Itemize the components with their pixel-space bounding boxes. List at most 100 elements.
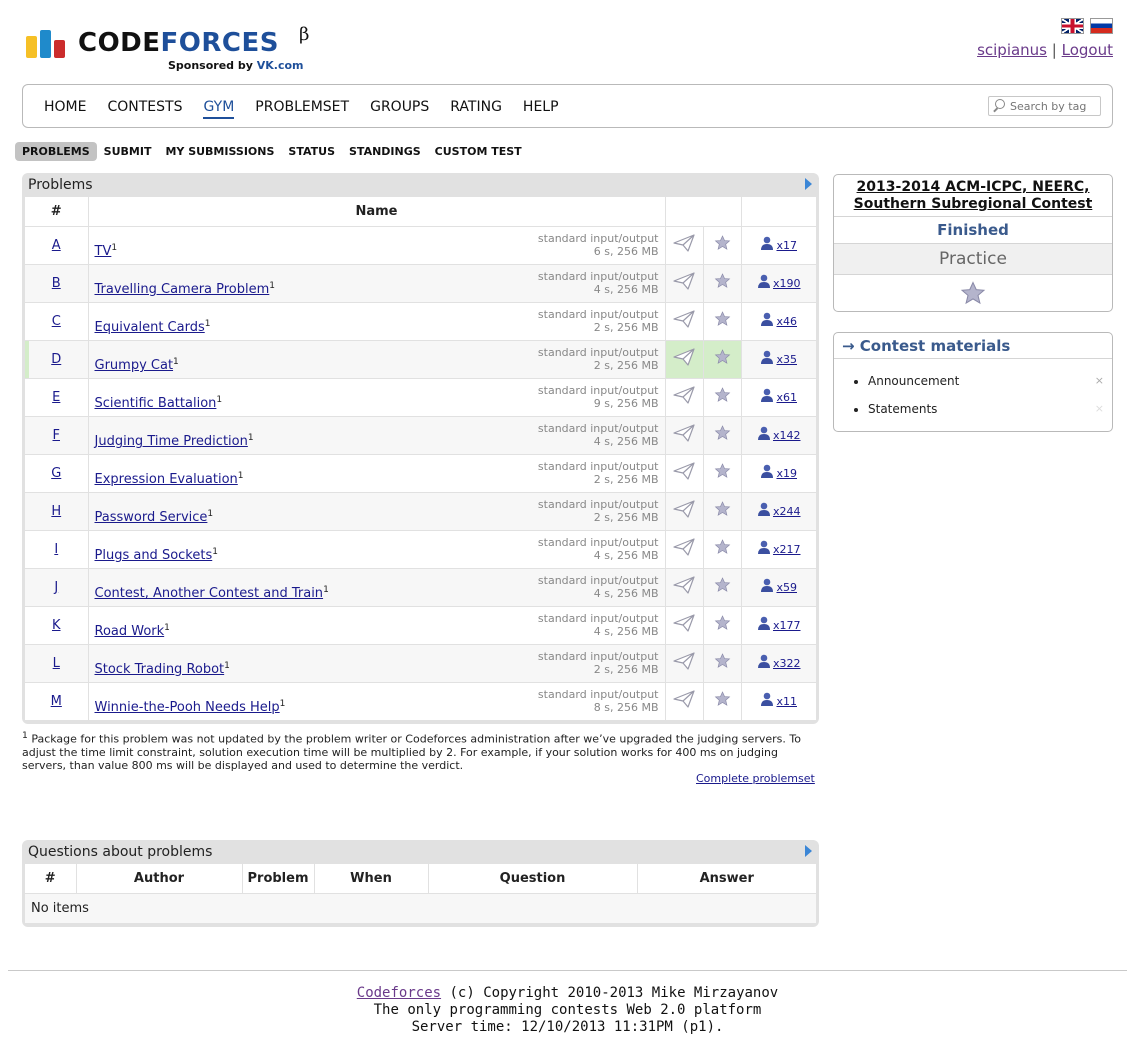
star-icon[interactable] bbox=[714, 539, 731, 559]
favourite-action[interactable] bbox=[703, 530, 742, 569]
star-icon[interactable] bbox=[714, 235, 731, 255]
problem-name-link[interactable]: Stock Trading Robot bbox=[95, 662, 225, 677]
subnav-problems[interactable]: PROBLEMS bbox=[15, 142, 97, 161]
contest-title-link[interactable]: 2013-2014 ACM-ICPC, NEERC, Southern Subr… bbox=[854, 179, 1093, 212]
solved-count-link[interactable]: x17 bbox=[776, 239, 797, 252]
favourite-action[interactable] bbox=[703, 492, 742, 531]
favourite-action[interactable] bbox=[703, 302, 742, 341]
favourite-action[interactable] bbox=[703, 264, 742, 303]
problem-name-link[interactable]: Password Service bbox=[95, 510, 208, 525]
problem-index-link[interactable]: M bbox=[51, 694, 62, 709]
complete-problemset-link[interactable]: Complete problemset bbox=[696, 772, 815, 785]
solved-count-link[interactable]: x35 bbox=[776, 353, 797, 366]
star-icon[interactable] bbox=[714, 425, 731, 445]
russian-flag-icon[interactable] bbox=[1090, 18, 1113, 34]
star-icon[interactable] bbox=[714, 273, 731, 293]
problem-index-link[interactable]: B bbox=[52, 276, 61, 291]
submit-action[interactable] bbox=[665, 568, 704, 607]
problem-name-link[interactable]: Judging Time Prediction bbox=[95, 434, 248, 449]
remove-icon[interactable]: × bbox=[1095, 367, 1104, 395]
material-announcement[interactable]: Announcement× bbox=[868, 367, 1104, 395]
problem-index-link[interactable]: E bbox=[52, 390, 60, 405]
nav-contests[interactable]: CONTESTS bbox=[107, 99, 182, 115]
submit-icon[interactable] bbox=[673, 652, 695, 674]
nav-groups[interactable]: GROUPS bbox=[370, 99, 429, 115]
star-icon[interactable] bbox=[714, 311, 731, 331]
problem-index-link[interactable]: A bbox=[52, 238, 61, 253]
star-icon[interactable] bbox=[714, 349, 731, 369]
submit-action[interactable] bbox=[665, 644, 704, 683]
problem-name-link[interactable]: TV bbox=[95, 244, 112, 259]
nav-help[interactable]: HELP bbox=[523, 99, 559, 115]
submit-icon[interactable] bbox=[673, 500, 695, 522]
star-icon[interactable] bbox=[714, 501, 731, 521]
problem-name-link[interactable]: Scientific Battalion bbox=[95, 396, 217, 411]
solved-count-link[interactable]: x59 bbox=[776, 581, 797, 594]
solved-count-link[interactable]: x11 bbox=[776, 695, 797, 708]
nav-rating[interactable]: RATING bbox=[450, 99, 502, 115]
solved-count-link[interactable]: x177 bbox=[773, 619, 801, 632]
submit-icon[interactable] bbox=[673, 272, 695, 294]
subnav-status[interactable]: STATUS bbox=[281, 142, 342, 161]
favourite-action[interactable] bbox=[703, 644, 742, 683]
favourite-action[interactable] bbox=[703, 568, 742, 607]
submit-icon[interactable] bbox=[673, 348, 695, 370]
favourite-action[interactable] bbox=[703, 378, 742, 417]
problem-name-link[interactable]: Winnie-the-Pooh Needs Help bbox=[95, 700, 280, 715]
submit-icon[interactable] bbox=[673, 310, 695, 332]
expand-arrow-icon[interactable] bbox=[805, 178, 812, 190]
submit-action[interactable] bbox=[665, 264, 704, 303]
problem-name-link[interactable]: Contest, Another Contest and Train bbox=[95, 586, 324, 601]
remove-icon[interactable]: × bbox=[1095, 395, 1104, 423]
submit-icon[interactable] bbox=[673, 424, 695, 446]
username-link[interactable]: scipianus bbox=[977, 41, 1047, 59]
problem-index-link[interactable]: C bbox=[52, 314, 61, 329]
codeforces-logo[interactable]: CODEFORCES β Sponsored by VK.com bbox=[26, 24, 326, 76]
star-icon[interactable] bbox=[714, 691, 731, 711]
problem-name-link[interactable]: Road Work bbox=[95, 624, 165, 639]
submit-action[interactable] bbox=[665, 492, 704, 531]
subnav-standings[interactable]: STANDINGS bbox=[342, 142, 428, 161]
submit-icon[interactable] bbox=[673, 690, 695, 712]
problem-index-link[interactable]: G bbox=[51, 466, 61, 481]
solved-count-link[interactable]: x322 bbox=[773, 657, 801, 670]
star-icon[interactable] bbox=[714, 463, 731, 483]
submit-icon[interactable] bbox=[673, 538, 695, 560]
tag-search[interactable] bbox=[988, 96, 1101, 116]
submit-icon[interactable] bbox=[673, 614, 695, 636]
star-icon[interactable] bbox=[714, 387, 731, 407]
submit-action[interactable] bbox=[665, 340, 704, 379]
solved-count-link[interactable]: x46 bbox=[776, 315, 797, 328]
expand-arrow-icon[interactable] bbox=[805, 845, 812, 857]
english-flag-icon[interactable] bbox=[1061, 18, 1084, 34]
material-statements[interactable]: Statements× bbox=[868, 395, 1104, 423]
submit-action[interactable] bbox=[665, 682, 704, 721]
problem-name-link[interactable]: Plugs and Sockets bbox=[95, 548, 213, 563]
solved-count-link[interactable]: x19 bbox=[776, 467, 797, 480]
favourite-action[interactable] bbox=[703, 682, 742, 721]
solved-count-link[interactable]: x244 bbox=[773, 505, 801, 518]
problem-name-link[interactable]: Grumpy Cat bbox=[95, 358, 174, 373]
subnav-custom-test[interactable]: CUSTOM TEST bbox=[428, 142, 529, 161]
problem-name-link[interactable]: Equivalent Cards bbox=[95, 320, 205, 335]
star-icon[interactable] bbox=[714, 577, 731, 597]
footer-codeforces-link[interactable]: Codeforces bbox=[357, 985, 441, 1001]
favourite-action[interactable] bbox=[703, 340, 742, 379]
problem-name-link[interactable]: Travelling Camera Problem bbox=[95, 282, 270, 297]
nav-problemset[interactable]: PROBLEMSET bbox=[255, 99, 349, 115]
problem-index-link[interactable]: J bbox=[54, 580, 58, 595]
solved-count-link[interactable]: x142 bbox=[773, 429, 801, 442]
solved-count-link[interactable]: x190 bbox=[773, 277, 801, 290]
submit-action[interactable] bbox=[665, 302, 704, 341]
problem-index-link[interactable]: F bbox=[53, 428, 60, 443]
nav-home[interactable]: HOME bbox=[44, 99, 86, 115]
submit-action[interactable] bbox=[665, 606, 704, 645]
nav-gym[interactable]: GYM bbox=[203, 99, 235, 119]
submit-action[interactable] bbox=[665, 454, 704, 493]
subnav-submit[interactable]: SUBMIT bbox=[97, 142, 159, 161]
submit-action[interactable] bbox=[665, 416, 704, 455]
submit-action[interactable] bbox=[665, 530, 704, 569]
submit-action[interactable] bbox=[665, 378, 704, 417]
problem-index-link[interactable]: I bbox=[54, 542, 58, 557]
subnav-my-submissions[interactable]: MY SUBMISSIONS bbox=[158, 142, 281, 161]
